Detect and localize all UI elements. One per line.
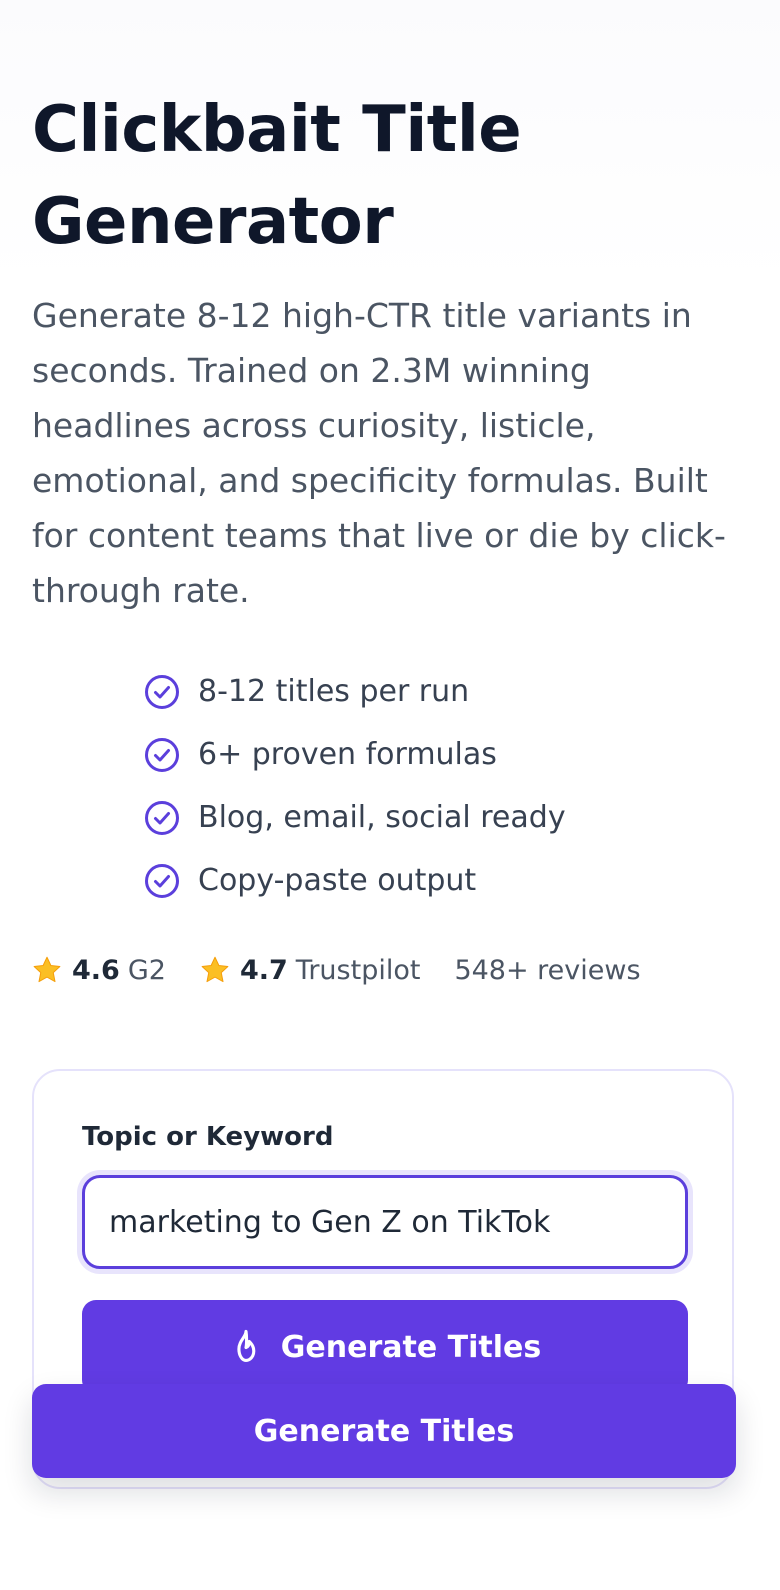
feature-label: Copy-paste output (198, 863, 477, 898)
rating-score: 4.6 (72, 954, 120, 986)
feature-item: 8-12 titles per run (144, 660, 566, 723)
ratings-row: 4.6 G2 4.7 Trustpilot 548+ reviews (32, 948, 641, 992)
generate-titles-label: Generate Titles (280, 1329, 542, 1365)
check-circle-icon (145, 800, 179, 835)
feature-label: Blog, email, social ready (198, 800, 566, 835)
check-circle-icon (145, 863, 179, 898)
check-circle-icon (145, 737, 179, 772)
rating-score: 4.7 (239, 954, 288, 986)
generate-titles-button[interactable]: Generate Titles (82, 1300, 688, 1394)
star-icon (33, 956, 61, 983)
star-icon (201, 956, 229, 983)
rating-source: Trustpilot (295, 954, 421, 986)
topic-label: Topic or Keyword (82, 1122, 334, 1152)
feature-item: Copy-paste output (144, 849, 566, 912)
rating-source: G2 (127, 954, 166, 986)
feature-list: 8-12 titles per run 6+ proven formulas B… (144, 660, 566, 912)
page: Clickbait Title Generator Generate 8-12 … (0, 0, 780, 1590)
topic-input[interactable] (82, 1175, 688, 1269)
feature-item: Blog, email, social ready (144, 786, 566, 849)
rating-trustpilot: 4.7 Trustpilot (200, 955, 420, 986)
feature-label: 6+ proven formulas (198, 737, 497, 772)
hero-description: Generate 8-12 high-CTR title variants in… (32, 296, 726, 610)
flame-icon (237, 1329, 256, 1363)
review-count: 548+ reviews (454, 954, 641, 986)
page-title: Clickbait Title Generator (32, 93, 522, 259)
sticky-generate-titles-button[interactable]: Generate Titles (32, 1384, 736, 1478)
feature-label: 8-12 titles per run (198, 674, 470, 709)
feature-item: 6+ proven formulas (144, 723, 566, 786)
rating-g2: 4.6 G2 (32, 955, 166, 986)
check-circle-icon (145, 674, 179, 709)
